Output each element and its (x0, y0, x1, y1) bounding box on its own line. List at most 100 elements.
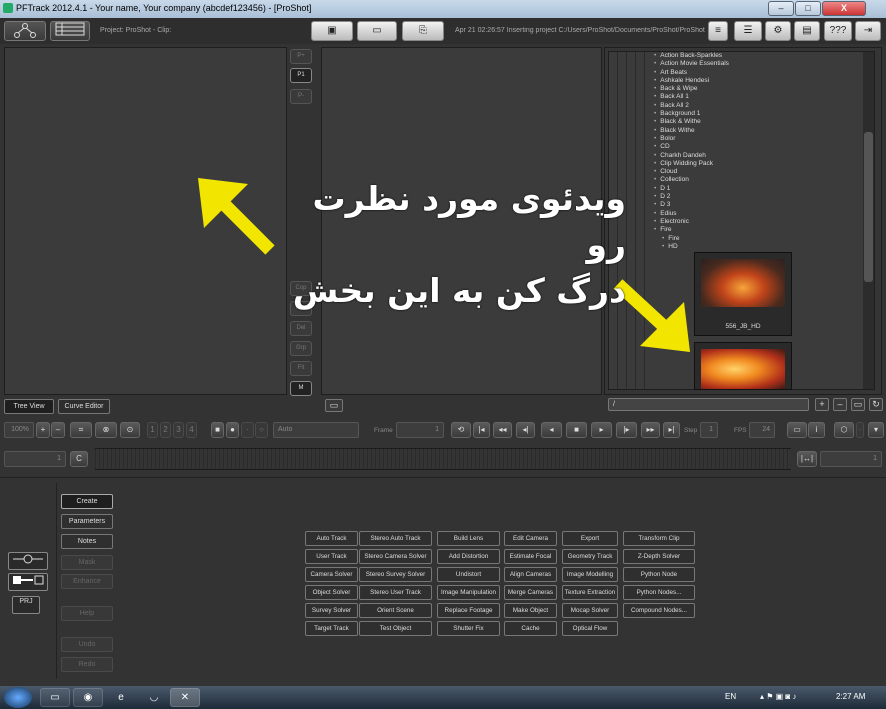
firefox-icon[interactable]: ◉ (73, 688, 103, 707)
tray-icon[interactable]: ▴ ⚑ ▣ ◙ ♪ (760, 692, 796, 701)
play-reverse-icon[interactable]: ◂ (541, 422, 562, 438)
node-image-modelling[interactable]: Image Modelling (562, 567, 618, 582)
node-geometry-track[interactable]: Geometry Track (562, 549, 618, 564)
tab-curve-editor[interactable]: Curve Editor (58, 399, 110, 414)
node-compound-nodes-menu[interactable]: Compound Nodes... (623, 603, 695, 618)
step-back-icon[interactable]: ◂| (516, 422, 535, 438)
node-stereo-user-track[interactable]: Stereo User Track (359, 585, 432, 600)
node-image-manipulation[interactable]: Image Manipulation (437, 585, 500, 600)
explorer-icon[interactable]: ▭ (40, 688, 70, 707)
add-button[interactable]: + (815, 398, 829, 411)
node-align-cameras[interactable]: Align Cameras (504, 567, 557, 582)
folder-icon[interactable]: ▭ (851, 398, 865, 411)
node-transform-clip[interactable]: Transform Clip (623, 531, 695, 546)
node-orient-scene[interactable]: Orient Scene (359, 603, 432, 618)
path-field[interactable]: / (608, 398, 809, 411)
first-frame-icon[interactable]: |◂ (473, 422, 490, 438)
redo-button[interactable]: Redo (61, 657, 113, 672)
step-field[interactable]: 1 (700, 422, 718, 438)
tree-item[interactable]: Background 1 (654, 110, 729, 118)
pftrack-task-icon[interactable]: ✕ (170, 688, 200, 707)
collapse-icon[interactable]: ▾ (868, 422, 884, 438)
fit-icon[interactable]: ⌗ (70, 422, 92, 438)
node-user-track[interactable]: User Track (305, 549, 358, 564)
node-camera-solver[interactable]: Camera Solver (305, 567, 358, 582)
node-mocap-solver[interactable]: Mocap Solver (562, 603, 618, 618)
create-button[interactable]: Create (61, 494, 113, 509)
p-toggle[interactable]: · (856, 422, 864, 438)
step-forward-icon[interactable]: |▸ (616, 422, 637, 438)
tab-tree-view[interactable]: Tree View (4, 399, 54, 414)
link-icon[interactable] (8, 552, 48, 570)
gear-icon[interactable]: ⚙ (765, 21, 791, 41)
tree-item[interactable]: Ashkale Hendesi (654, 77, 729, 85)
undo-button[interactable]: Undo (61, 637, 113, 652)
notes-button[interactable]: Notes (61, 534, 113, 549)
stereo-icon[interactable]: ⊗ (95, 422, 117, 438)
flow-icon[interactable] (8, 573, 48, 591)
log-list-icon[interactable]: ≡ (708, 21, 728, 41)
zoom-field[interactable]: 100% (4, 422, 34, 438)
timeline-scrubber[interactable] (95, 448, 791, 470)
export-icon[interactable]: ⎘ (402, 21, 444, 41)
end-frame-field[interactable]: 1 (820, 451, 882, 467)
node-python-node[interactable]: Python Node (623, 567, 695, 582)
cube-icon[interactable]: ⬡ (834, 422, 854, 438)
loop-icon[interactable]: ⟲ (451, 422, 471, 438)
tree-item[interactable]: D 3 (654, 201, 729, 209)
mode-select[interactable]: Auto (273, 422, 359, 438)
remove-button[interactable]: – (833, 398, 847, 411)
tree-item[interactable]: Black Withe (654, 127, 729, 135)
node-stereo-survey-solver[interactable]: Stereo Survey Solver (359, 567, 432, 582)
next-page-button[interactable]: P+ (290, 49, 312, 64)
app-icon[interactable]: ◡ (139, 688, 169, 707)
tree-item[interactable]: Action Movie Essentials (654, 60, 729, 68)
play-icon[interactable]: ▸ (591, 422, 612, 438)
node-add-distortion[interactable]: Add Distortion (437, 549, 500, 564)
page-4-button[interactable]: 4 (186, 422, 197, 438)
tree-item[interactable]: Back & Wipe (654, 85, 729, 93)
node-build-lens[interactable]: Build Lens (437, 531, 500, 546)
help-button[interactable]: ??? (824, 21, 852, 41)
tree-scrollbar[interactable] (863, 52, 874, 389)
display-icon[interactable]: ▭ (787, 422, 807, 438)
filter-button[interactable]: Flt (290, 361, 312, 376)
fast-forward-icon[interactable]: ▸▸ (641, 422, 660, 438)
cache-button[interactable]: C (70, 451, 88, 467)
node-edit-camera[interactable]: Edit Camera (504, 531, 557, 546)
node-stereo-auto-track[interactable]: Stereo Auto Track (359, 531, 432, 546)
group-button[interactable]: Grp (290, 341, 312, 356)
node-z-depth-solver[interactable]: Z-Depth Solver (623, 549, 695, 564)
language-indicator[interactable]: EN (725, 692, 736, 701)
start-frame-field[interactable]: 1 (4, 451, 66, 467)
layout-icon[interactable]: ☰ (734, 21, 762, 41)
exit-icon[interactable]: ⇥ (855, 21, 881, 41)
info-button[interactable]: i (808, 422, 825, 438)
node-target-track[interactable]: Target Track (305, 621, 358, 636)
node-object-solver[interactable]: Object Solver (305, 585, 358, 600)
start-button[interactable] (4, 687, 32, 708)
fps-field[interactable]: 24 (749, 422, 775, 438)
page-3-button[interactable]: 3 (173, 422, 184, 438)
black-swatch[interactable]: ■ (211, 422, 224, 438)
monitor-icon[interactable]: ▭ (325, 399, 343, 412)
delete-button[interactable]: Del (290, 321, 312, 336)
stop-icon[interactable]: ■ (566, 422, 587, 438)
tree-item[interactable]: Collection (654, 176, 729, 184)
camera-icon[interactable]: ▣ (311, 21, 353, 41)
zoom-in-button[interactable]: + (36, 422, 50, 438)
node-test-object[interactable]: Test Object (359, 621, 432, 636)
node-replace-footage[interactable]: Replace Footage (437, 603, 500, 618)
last-frame-icon[interactable]: ▸| (663, 422, 680, 438)
gray-swatch[interactable]: ● (226, 422, 239, 438)
briefcase-icon[interactable]: ▤ (794, 21, 820, 41)
page-1-button[interactable]: 1 (147, 422, 158, 438)
menu-button[interactable]: M (290, 381, 312, 396)
mask-button[interactable]: Mask (61, 555, 113, 570)
lock-icon[interactable]: ⊙ (120, 422, 140, 438)
rewind-icon[interactable]: ◂◂ (493, 422, 512, 438)
dot-swatch[interactable]: · (241, 422, 254, 438)
project-icon[interactable]: PRJ (12, 596, 40, 614)
list-view-icon[interactable] (50, 21, 90, 41)
close-button[interactable]: X (822, 1, 866, 16)
